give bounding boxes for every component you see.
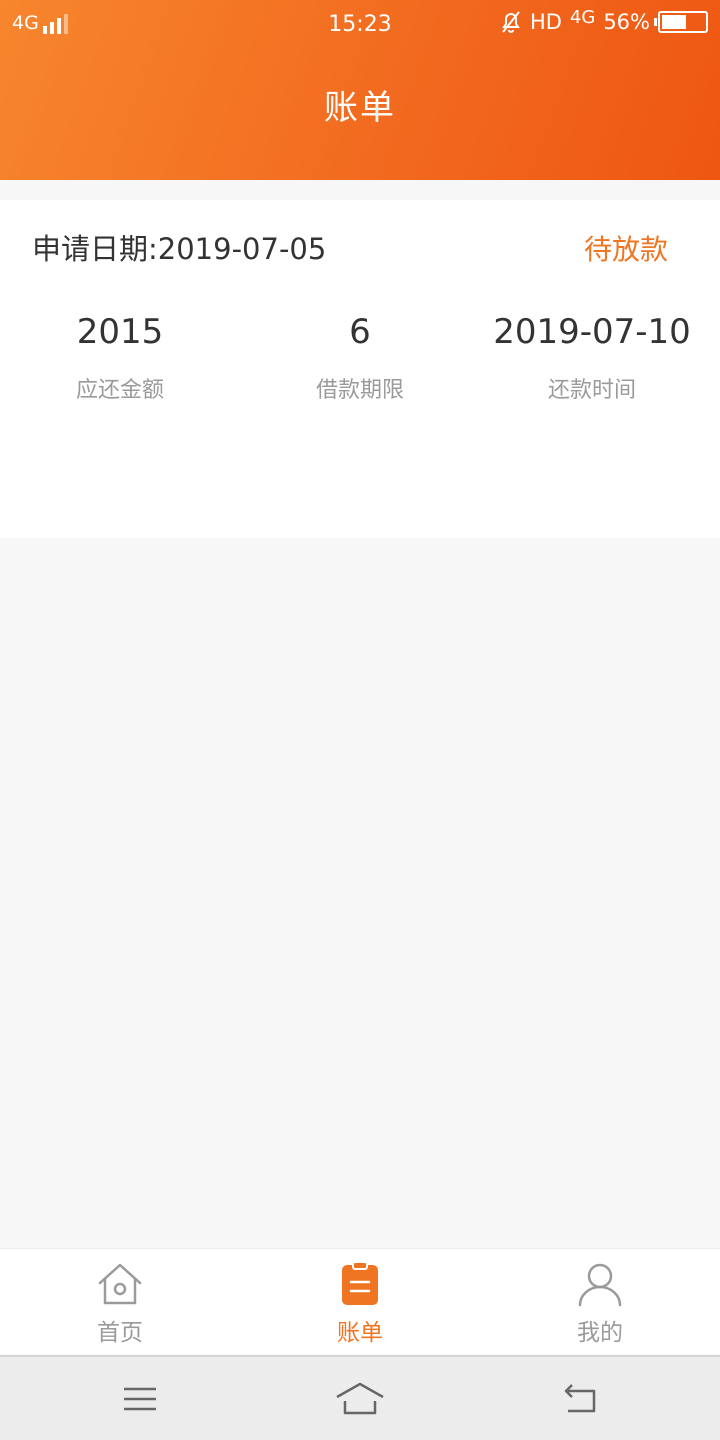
user-icon [578, 1263, 622, 1307]
battery-percent: 56% [603, 10, 650, 34]
system-nav-bar [0, 1355, 720, 1440]
app-header: 4G 15:23 HD 4G 56% 账单 [0, 0, 720, 180]
bell-muted-icon [502, 11, 520, 33]
bill-icon [342, 1261, 378, 1305]
apply-date: 申请日期:2019-07-05 [32, 232, 327, 266]
stat-repay-date: 2019-07-10 还款时间 [472, 308, 712, 404]
home-icon [98, 1263, 142, 1305]
stat-value: 6 [349, 312, 371, 352]
back-icon[interactable] [560, 1381, 600, 1417]
stat-value: 2015 [76, 312, 164, 352]
tab-home[interactable]: 首页 [0, 1249, 240, 1355]
stat-loan-term: 6 借款期限 [240, 308, 480, 404]
network-4g-label: 4G [569, 7, 596, 28]
loan-status-badge: 待放款 [583, 233, 668, 266]
tab-home-label: 首页 [97, 1320, 143, 1346]
stat-label: 借款期限 [315, 378, 404, 403]
page-title: 账单 [324, 88, 396, 128]
tab-profile-label: 我的 [577, 1320, 623, 1346]
stat-label: 还款时间 [547, 378, 636, 403]
stat-value: 2019-07-10 [493, 312, 691, 352]
stat-label: 应还金额 [75, 378, 164, 403]
system-home-icon[interactable] [335, 1381, 385, 1417]
tab-bill[interactable]: 账单 [240, 1249, 480, 1355]
hd-label: HD [529, 10, 562, 34]
tab-bill-label: 账单 [337, 1320, 383, 1346]
status-bar: 4G 15:23 HD 4G 56% [0, 0, 720, 52]
menu-icon[interactable] [122, 1381, 158, 1417]
status-right: HD 4G 56% [500, 7, 708, 34]
bill-card[interactable]: 申请日期:2019-07-05 待放款 2015 应还金额 6 借款期限 201… [0, 200, 720, 538]
battery-icon [654, 11, 708, 33]
tab-profile[interactable]: 我的 [480, 1249, 720, 1355]
stat-amount-due: 2015 应还金额 [0, 308, 240, 404]
bottom-tab-bar: 首页 账单 我的 [0, 1248, 720, 1354]
